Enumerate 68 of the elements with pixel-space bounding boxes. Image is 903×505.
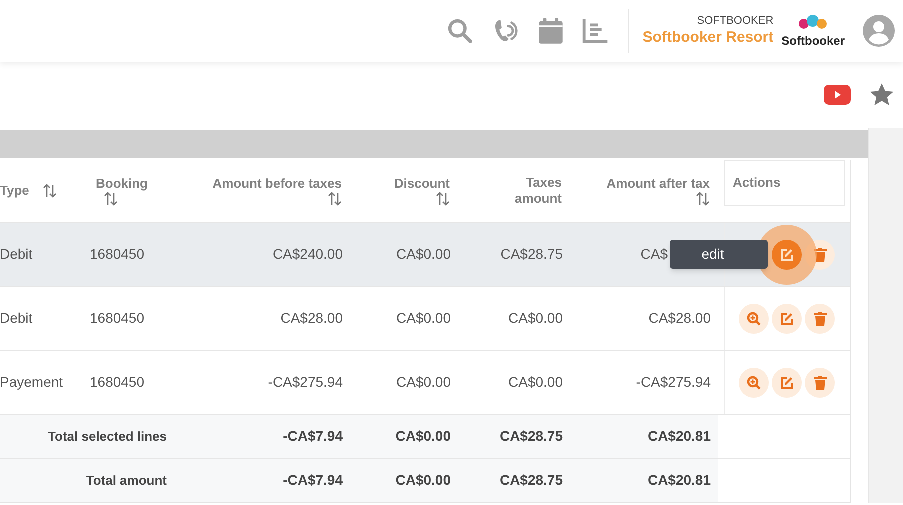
column-header[interactable]: Amount after tax [606, 176, 710, 192]
table-cell-text: CA$0.00 [508, 373, 563, 392]
view-button[interactable] [739, 368, 769, 398]
table-cell-text: -CA$275.94 [636, 373, 711, 392]
column-header[interactable]: Booking [96, 176, 148, 192]
table-cell-text: 1680450 [90, 309, 145, 328]
column-header[interactable]: Discount [394, 176, 450, 192]
sort-icon[interactable] [104, 192, 118, 206]
edit-icon [780, 248, 794, 262]
zoom-in-icon [747, 312, 761, 326]
table-cell-text: CA$0.00 [396, 309, 451, 328]
sort-icon[interactable] [43, 184, 58, 198]
bar-chart-icon[interactable] [582, 17, 610, 45]
sort-icon[interactable] [436, 192, 450, 206]
total-label: Total selected lines [48, 428, 167, 446]
view-button[interactable] [739, 304, 769, 334]
table-cell-text: CA$28.00 [280, 309, 343, 328]
total-value: CA$20.81 [648, 427, 711, 446]
table-cell-text: Debit [0, 245, 33, 264]
table-cell-text: -CA$275.94 [268, 373, 343, 392]
table-cell-text: CA$0.00 [396, 373, 451, 392]
trash-icon [814, 312, 826, 326]
total-value: CA$20.81 [648, 471, 711, 490]
column-header: Taxes amount [514, 175, 562, 207]
brand-caption: SOFTBOOKER [697, 14, 774, 28]
edit-button[interactable] [772, 368, 802, 398]
search-icon[interactable] [446, 17, 474, 45]
total-value: CA$0.00 [396, 427, 451, 446]
column-header: Actions [733, 175, 781, 191]
total-value: -CA$7.94 [283, 471, 343, 490]
video-play-icon[interactable] [824, 85, 851, 105]
user-avatar-icon[interactable] [863, 15, 895, 47]
table-cell-text: CA$240.00 [272, 245, 343, 264]
delete-button[interactable] [805, 368, 835, 398]
table-row[interactable]: Debit 1680450 CA$240.00 CA$0.00 CA$28.75 CA$ edit [0, 222, 850, 286]
star-icon[interactable] [869, 82, 895, 108]
tooltip: edit [670, 240, 768, 269]
sort-icon[interactable] [328, 192, 342, 206]
edit-icon [780, 376, 794, 390]
total-value: CA$0.00 [396, 471, 451, 490]
delete-button[interactable] [805, 304, 835, 334]
column-header[interactable]: Amount before taxes [212, 176, 342, 192]
table-row[interactable]: Debit 1680450 CA$28.00 CA$0.00 CA$0.00 CA$28.00 [0, 286, 850, 350]
sort-icon[interactable] [696, 192, 710, 206]
table-cell-text: CA$ [640, 245, 668, 264]
table-cell-text: CA$0.00 [396, 245, 451, 264]
table-cell-text: Payement [0, 373, 64, 392]
table-cell-text: 1680450 [90, 373, 145, 392]
trash-icon [814, 248, 826, 262]
total-value: CA$28.75 [500, 427, 563, 446]
total-value: -CA$7.94 [283, 427, 343, 446]
total-value: CA$28.75 [500, 471, 563, 490]
trash-icon [814, 376, 826, 390]
table-cell-text: 1680450 [90, 245, 145, 264]
zoom-in-icon [747, 376, 761, 390]
table-cell-text: CA$28.00 [648, 309, 711, 328]
table-cell-text: CA$0.00 [508, 309, 563, 328]
total-label: Total amount [86, 472, 167, 490]
table-row[interactable]: Payement 1680450 -CA$275.94 CA$0.00 CA$0.00 -CA$275.94 [0, 350, 850, 414]
brand-logo: Softbooker [782, 15, 845, 47]
calendar-icon[interactable] [538, 17, 564, 45]
edit-button[interactable] [772, 304, 802, 334]
edit-button[interactable] [772, 240, 802, 270]
edit-icon [780, 312, 794, 326]
resort-name: Softbooker Resort [642, 28, 774, 48]
column-header[interactable]: Type [0, 183, 30, 199]
table-cell-text: Debit [0, 309, 33, 328]
table-cell-text: CA$28.75 [500, 245, 563, 264]
